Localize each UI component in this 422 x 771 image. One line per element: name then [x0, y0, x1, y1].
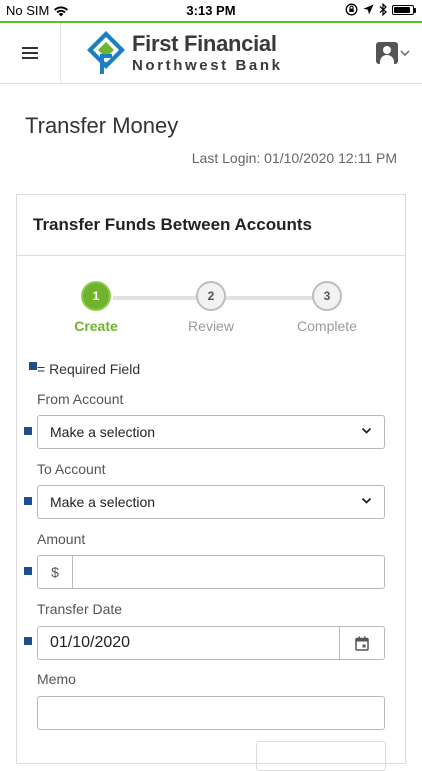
currency-prefix: $	[38, 556, 73, 588]
step-review: 2 Review	[151, 281, 271, 334]
to-account-label: To Account	[37, 461, 106, 477]
chevron-down-icon	[361, 427, 372, 434]
form-action-button[interactable]	[256, 741, 386, 771]
step-number: 1	[81, 281, 111, 311]
required-marker	[24, 637, 32, 645]
status-right	[345, 3, 416, 16]
transfer-card: Transfer Funds Between Accounts 1 Create…	[16, 194, 406, 771]
memo-input[interactable]	[37, 696, 385, 730]
step-number: 3	[312, 281, 342, 311]
required-marker	[24, 567, 32, 575]
bank-logo[interactable]: First Financial Northwest Bank	[86, 29, 283, 77]
to-account-value: Make a selection	[50, 494, 156, 510]
step-label: Complete	[297, 318, 357, 334]
chevron-down-icon	[361, 497, 372, 504]
menu-button[interactable]	[0, 23, 61, 83]
calendar-button[interactable]	[339, 627, 384, 659]
required-marker	[24, 427, 32, 435]
calendar-icon	[355, 636, 369, 651]
logo-title: First Financial	[132, 31, 277, 56]
rotation-lock-icon	[345, 3, 358, 16]
step-complete: 3 Complete	[267, 281, 387, 334]
to-account-select[interactable]: Make a selection	[37, 485, 385, 519]
from-account-value: Make a selection	[50, 424, 156, 440]
page-title: Transfer Money	[25, 113, 179, 138]
battery-icon	[392, 4, 416, 15]
last-login: Last Login: 01/10/2020 12:11 PM	[191, 150, 397, 166]
card-title: Transfer Funds Between Accounts	[17, 195, 405, 256]
user-account-icon	[376, 42, 398, 64]
amount-label: Amount	[37, 531, 86, 547]
step-label: Create	[74, 318, 118, 334]
memo-label: Memo	[37, 671, 76, 687]
bank-logo-mark	[87, 31, 125, 74]
transfer-date-input[interactable]: 01/10/2020	[38, 627, 339, 659]
location-icon	[363, 4, 374, 15]
from-account-select[interactable]: Make a selection	[37, 415, 385, 449]
step-number: 2	[196, 281, 226, 311]
hamburger-icon	[22, 47, 38, 59]
battery-level	[394, 6, 411, 13]
required-legend-text: = Required Field	[37, 361, 141, 377]
required-marker	[29, 362, 37, 370]
chevron-down-icon	[400, 50, 410, 56]
transfer-date-field: 01/10/2020	[37, 626, 385, 660]
bluetooth-icon	[379, 3, 387, 16]
logo-subtitle: Northwest Bank	[132, 57, 283, 74]
transfer-date-label: Transfer Date	[37, 601, 123, 617]
app-header: First Financial Northwest Bank	[0, 23, 422, 84]
amount-input[interactable]	[73, 556, 384, 588]
required-legend: = Required Field	[29, 361, 140, 377]
amount-field[interactable]: $	[37, 555, 385, 589]
step-label: Review	[188, 318, 234, 334]
user-menu-button[interactable]	[376, 42, 410, 64]
status-bar: No SIM 3:13 PM	[0, 0, 422, 22]
required-marker	[24, 497, 32, 505]
step-create: 1 Create	[36, 281, 156, 334]
from-account-label: From Account	[37, 391, 124, 407]
